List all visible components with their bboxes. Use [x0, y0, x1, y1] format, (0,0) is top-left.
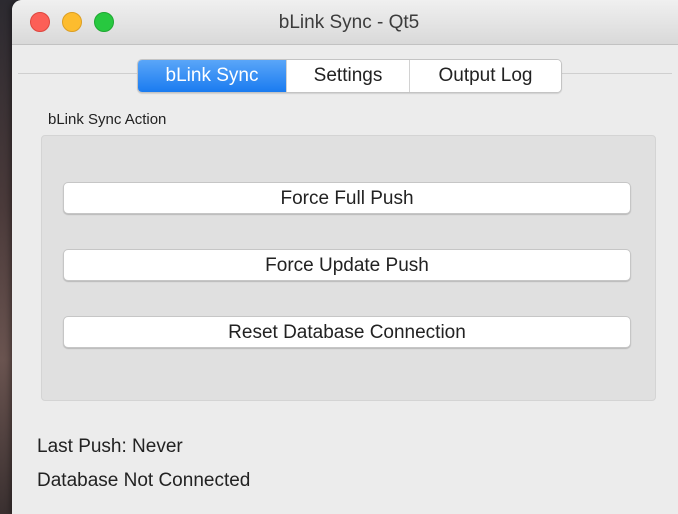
database-status: Database Not Connected [37, 470, 251, 491]
tab-output-log[interactable]: Output Log [409, 60, 561, 92]
last-push-status: Last Push: Never [37, 436, 183, 457]
sync-action-group-title: bLink Sync Action [48, 111, 167, 128]
reset-database-connection-button[interactable]: Reset Database Connection [63, 316, 631, 348]
main-content: bLink Sync Settings Output Log bLink Syn… [12, 45, 678, 514]
tab-bar: bLink Sync Settings Output Log [137, 59, 562, 93]
tab-settings[interactable]: Settings [286, 60, 409, 92]
force-update-push-button[interactable]: Force Update Push [63, 249, 631, 281]
force-full-push-button[interactable]: Force Full Push [63, 182, 631, 214]
tab-blink-sync[interactable]: bLink Sync [138, 60, 286, 92]
title-bar[interactable]: bLink Sync - Qt5 [12, 0, 678, 45]
window-title: bLink Sync - Qt5 [278, 12, 420, 33]
app-window: bLink Sync - Qt5 bLink Sync Settings Out… [12, 0, 678, 514]
